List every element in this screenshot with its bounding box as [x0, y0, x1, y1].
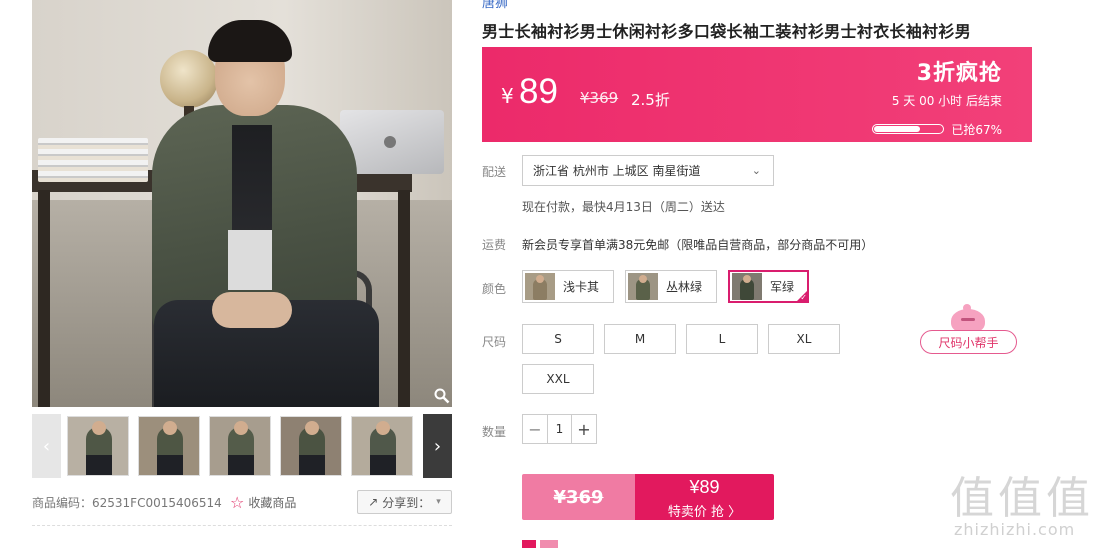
share-icon: ↗ — [368, 495, 379, 509]
favorite-button[interactable]: ☆ 收藏商品 — [230, 490, 296, 514]
quantity-label: 数量 — [482, 425, 507, 439]
color-name: 丛林绿 — [666, 280, 703, 294]
price-panel: ¥ 89 ¥369 2.5折 3折疯抢 5 天 00 小时 后结束 已抢67% — [482, 47, 1032, 142]
star-icon: ☆ — [230, 492, 245, 512]
thumbnail-legs — [157, 455, 183, 475]
delivery-estimate: 现在付款，最快4月13日（周二）送达 — [522, 200, 725, 214]
caret-down-icon: ▾ — [436, 497, 441, 507]
size-option[interactable]: S — [522, 324, 594, 354]
size-helper-label: 尺码小帮手 — [938, 335, 999, 350]
currency-symbol: ¥ — [501, 84, 514, 108]
photo-hands — [212, 292, 292, 328]
quantity-increase-button[interactable]: + — [572, 415, 596, 443]
thumbnail-prev-button[interactable]: ‹ — [32, 414, 61, 478]
swatch-face — [536, 275, 544, 283]
buy-price: ¥89 — [689, 477, 720, 497]
color-swatch — [732, 273, 762, 300]
thumbnail-legs — [228, 455, 254, 475]
buy-action-label: 特卖价 抢 〉 — [667, 505, 742, 520]
quantity-input[interactable]: 1 — [547, 415, 572, 443]
color-swatch — [525, 273, 555, 300]
thumbnail-legs — [299, 455, 325, 475]
quantity-stepper: − 1 + — [522, 414, 597, 444]
buy-now-button[interactable]: ¥89 特卖价 抢 〉 — [635, 474, 774, 520]
original-price: ¥369 — [580, 89, 619, 107]
shipping-note: 新会员专享首单满38元免邮（限唯品自营商品，部分商品不可用） — [522, 238, 874, 252]
chevron-right-icon: › — [433, 435, 442, 457]
size-option[interactable]: XXL — [522, 364, 594, 394]
thumbnail-item[interactable] — [67, 416, 129, 476]
thumbnail-item[interactable] — [209, 416, 271, 476]
thumbnail-item[interactable] — [138, 416, 200, 476]
color-option[interactable]: 丛林绿 — [625, 270, 717, 303]
address-value: 浙江省 杭州市 上城区 南星街道 — [533, 164, 701, 178]
site-watermark: 值值值 zhizhizhi.com — [950, 462, 1100, 542]
color-option[interactable]: 浅卡其 — [522, 270, 614, 303]
thumbnail-item[interactable] — [351, 416, 413, 476]
thumbnail-legs — [370, 455, 396, 475]
chevron-down-icon: ⌄ — [751, 164, 761, 177]
discount-rate: 2.5折 — [631, 91, 670, 109]
magnifier-icon[interactable] — [432, 388, 452, 408]
thumbnail-next-button[interactable]: › — [423, 414, 452, 478]
sold-progress-bar — [872, 124, 944, 134]
thumbnail-strip: ‹ › — [32, 414, 452, 478]
sold-progress-text: 已抢67% — [951, 123, 1002, 137]
swatch-face — [743, 275, 751, 283]
promo-title: 3折疯抢 — [916, 61, 1002, 86]
product-meta-row: 商品编码：62531FC0015406514 ☆ 收藏商品 ↗ 分享到： ▾ — [32, 490, 452, 514]
divider — [32, 525, 452, 526]
thumbnail-face — [163, 421, 177, 435]
check-icon: ✓ — [800, 293, 807, 302]
thumbnail-item[interactable] — [280, 416, 342, 476]
chevron-left-icon: ‹ — [42, 435, 51, 457]
service-icon — [522, 540, 536, 548]
watermark-logo: 值值值 — [950, 473, 1094, 524]
photo-tee — [228, 230, 272, 290]
product-title: 男士长袖衬衫男士休闲衬衫多口袋长袖工装衬衫男士衬衣长袖衬衫男 — [482, 22, 972, 41]
watermark-url: zhizhizhi.com — [954, 520, 1076, 539]
address-select[interactable]: 浙江省 杭州市 上城区 南星街道 ⌄ — [522, 155, 774, 186]
favorite-label: 收藏商品 — [248, 495, 297, 510]
shipping-label: 运费 — [482, 238, 507, 252]
buy-original-price: ¥369 — [522, 474, 635, 520]
share-button[interactable]: ↗ 分享到： ▾ — [357, 490, 452, 514]
thumbnail-legs — [86, 455, 112, 475]
quantity-decrease-button[interactable]: − — [523, 415, 547, 443]
photo-desk-leg — [398, 190, 410, 407]
size-helper-button[interactable]: 尺码小帮手 — [920, 330, 1017, 354]
current-price: 89 — [519, 72, 558, 111]
delivery-label: 配送 — [482, 165, 507, 179]
brand-link[interactable]: 唐狮 — [482, 0, 508, 11]
color-name: 浅卡其 — [563, 280, 600, 294]
product-main-image[interactable] — [32, 0, 452, 407]
thumbnail-face — [92, 421, 106, 435]
photo-books — [38, 138, 148, 182]
thumbnail-face — [234, 421, 248, 435]
color-label: 颜色 — [482, 282, 507, 296]
thumbnail-face — [305, 421, 319, 435]
color-name: 军绿 — [770, 280, 795, 294]
thumbnail-face — [376, 421, 390, 435]
swatch-face — [639, 275, 647, 283]
size-option[interactable]: L — [686, 324, 758, 354]
service-text-cutoff — [540, 540, 600, 548]
photo-desk-leg — [38, 190, 50, 407]
color-swatch — [628, 273, 658, 300]
size-option[interactable]: M — [604, 324, 676, 354]
sold-progress-fill — [874, 126, 920, 132]
size-label: 尺码 — [482, 335, 507, 349]
color-option[interactable]: 军绿 ✓ — [728, 270, 809, 303]
countdown-timer: 5 天 00 小时 后结束 — [891, 94, 1002, 108]
share-label: 分享到： — [382, 495, 431, 510]
product-sku: 商品编码：62531FC0015406514 — [32, 496, 222, 510]
size-option[interactable]: XL — [768, 324, 840, 354]
